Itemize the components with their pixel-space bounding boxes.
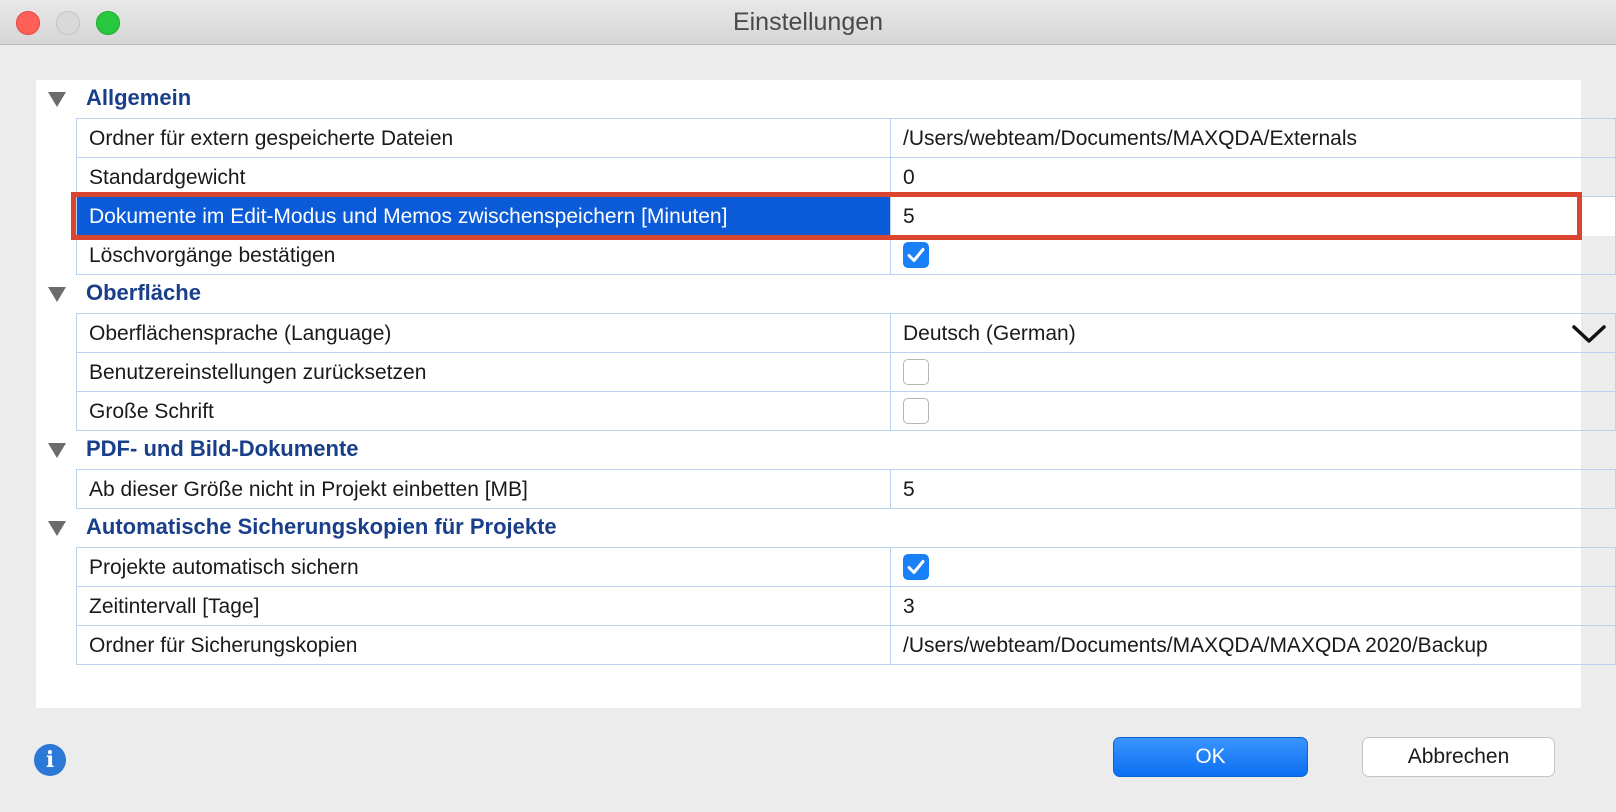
setting-value-field[interactable]: /Users/webteam/Documents/MAXQDA/MAXQDA 2… [891, 626, 1615, 665]
setting-label: Große Schrift [77, 392, 891, 431]
setting-label: Ordner für extern gespeicherte Dateien [77, 119, 891, 158]
setting-row[interactable]: Benutzereinstellungen zurücksetzen [76, 353, 1616, 392]
setting-label: Standardgewicht [77, 158, 891, 197]
setting-value-cell [891, 236, 1615, 275]
cancel-button[interactable]: Abbrechen [1362, 737, 1555, 777]
setting-value: 0 [903, 166, 915, 189]
section-header[interactable]: Allgemein [36, 80, 1581, 120]
setting-value: 3 [903, 595, 915, 618]
setting-row[interactable]: Ab dieser Größe nicht in Projekt einbett… [76, 469, 1616, 509]
setting-label: Ab dieser Größe nicht in Projekt einbett… [77, 470, 891, 509]
setting-label: Zeitintervall [Tage] [77, 587, 891, 626]
title-bar: Einstellungen [0, 0, 1616, 45]
setting-value-cell [891, 392, 1615, 431]
window-title: Einstellungen [732, 8, 884, 36]
setting-value-field[interactable]: /Users/webteam/Documents/MAXQDA/External… [891, 119, 1615, 158]
setting-row[interactable]: Löschvorgänge bestätigen [76, 236, 1616, 275]
setting-row[interactable]: Standardgewicht 0 [76, 158, 1616, 197]
setting-value: 5 [903, 205, 915, 228]
setting-value-cell [891, 548, 1615, 587]
setting-row[interactable]: Zeitintervall [Tage] 3 [76, 587, 1616, 626]
setting-label: Projekte automatisch sichern [77, 548, 891, 587]
language-select[interactable]: Deutsch (German) [891, 314, 1615, 353]
disclosure-triangle-icon[interactable] [48, 92, 66, 107]
section-title: Allgemein [86, 85, 192, 110]
checkbox-checked[interactable] [903, 242, 929, 268]
disclosure-triangle-icon[interactable] [48, 287, 66, 302]
setting-value: Deutsch (German) [903, 322, 1076, 345]
info-icon[interactable]: i [34, 744, 66, 776]
setting-label: Ordner für Sicherungskopien [77, 626, 891, 665]
setting-row[interactable]: Ordner für Sicherungskopien/Users/webtea… [76, 626, 1616, 665]
disclosure-triangle-icon[interactable] [48, 443, 66, 458]
setting-row[interactable]: Große Schrift [76, 392, 1616, 431]
checkmark-icon [907, 560, 925, 574]
section-header[interactable]: PDF- und Bild-Dokumente [36, 431, 1581, 471]
setting-row[interactable]: Oberflächensprache (Language) Deutsch (Ge… [76, 313, 1616, 353]
setting-row[interactable]: Dokumente im Edit-Modus und Memos zwisch… [76, 197, 1616, 236]
section-title: Automatische Sicherungskopien für Projek… [86, 514, 557, 539]
section-header[interactable]: Automatische Sicherungskopien für Projek… [36, 509, 1581, 549]
section-header[interactable]: Oberfläche [36, 275, 1581, 315]
settings-tree: Allgemein Ordner für extern gespeicherte … [36, 80, 1616, 708]
section-title: PDF- und Bild-Dokumente [86, 436, 359, 461]
setting-value-field[interactable]: 5 [891, 470, 1615, 509]
setting-label: Benutzereinstellungen zurücksetzen [77, 353, 891, 392]
setting-row[interactable]: Projekte automatisch sichern [76, 547, 1616, 587]
setting-value: 5 [903, 478, 915, 501]
ok-button[interactable]: OK [1113, 737, 1308, 777]
checkbox-checked[interactable] [903, 554, 929, 580]
section-title: Oberfläche [86, 280, 201, 305]
checkmark-icon [907, 248, 925, 262]
setting-label: Löschvorgänge bestätigen [77, 236, 891, 275]
setting-label: Oberflächensprache (Language) [77, 314, 891, 353]
chevron-down-icon[interactable] [1571, 320, 1607, 344]
disclosure-triangle-icon[interactable] [48, 521, 66, 536]
setting-label: Dokumente im Edit-Modus und Memos zwisch… [77, 197, 891, 236]
setting-value: /Users/webteam/Documents/MAXQDA/MAXQDA 2… [903, 634, 1488, 657]
setting-value-field[interactable]: 5 [891, 197, 1615, 236]
setting-row[interactable]: Ordner für extern gespeicherte Dateien/U… [76, 118, 1616, 158]
setting-value-cell [891, 353, 1615, 392]
setting-value: /Users/webteam/Documents/MAXQDA/External… [903, 127, 1357, 150]
checkbox-unchecked[interactable] [903, 398, 929, 424]
checkbox-unchecked[interactable] [903, 359, 929, 385]
setting-value-field[interactable]: 0 [891, 158, 1615, 197]
setting-value-field[interactable]: 3 [891, 587, 1615, 626]
settings-dialog: Einstellungen Allgemein Ordner für extern… [0, 0, 1616, 812]
